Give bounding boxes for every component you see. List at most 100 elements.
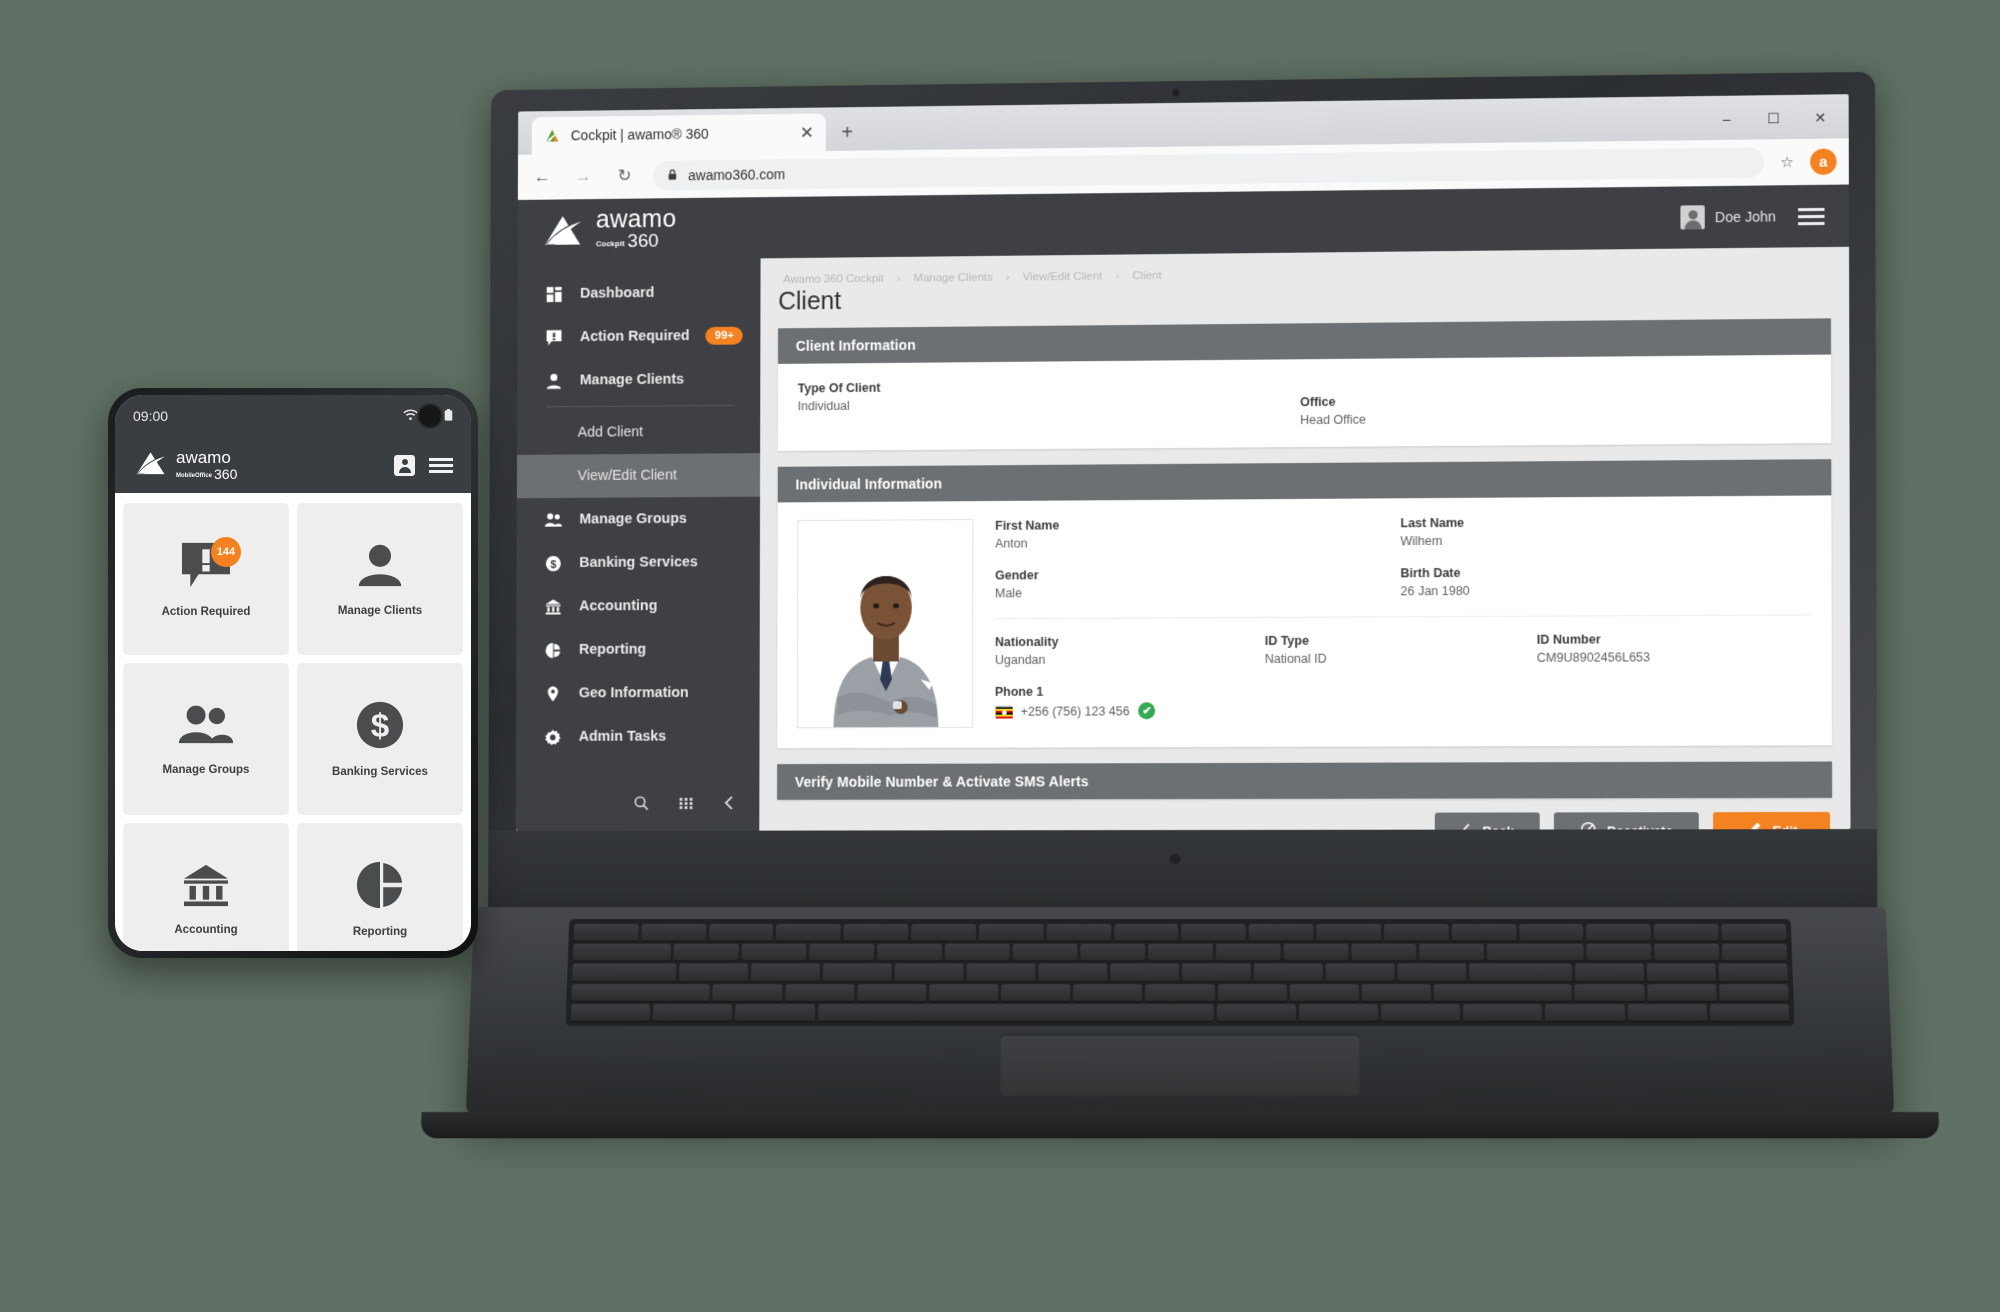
- back-button[interactable]: Back: [1435, 812, 1540, 831]
- window-controls: – ☐ ✕: [1705, 102, 1843, 134]
- close-icon[interactable]: ✕: [800, 124, 814, 141]
- phone-tile-manage-groups[interactable]: Manage Groups: [123, 663, 289, 815]
- phone-tile-reporting[interactable]: Reporting: [297, 823, 463, 951]
- brand-name: awamo: [596, 205, 676, 233]
- sidebar-item-label: Banking Services: [579, 554, 698, 570]
- breadcrumb-item[interactable]: Awamo 360 Cockpit: [783, 273, 884, 286]
- field-label: ID Number: [1537, 631, 1812, 646]
- phone-status-bar: 09:00: [115, 395, 471, 437]
- phone-tile-action-required[interactable]: 144 Action Required: [123, 503, 289, 655]
- app-logo[interactable]: awamo Cockpit 360: [518, 206, 761, 252]
- sidebar-item-label: Reporting: [579, 642, 646, 658]
- awamo-logo-icon: [135, 450, 167, 481]
- star-icon[interactable]: ☆: [1780, 153, 1794, 171]
- field-value: Head Office: [1300, 409, 1811, 427]
- field-last-name: Last Name Wilhem: [1400, 514, 1811, 549]
- phone-header-icons: [394, 455, 453, 476]
- sidebar-item-label: Admin Tasks: [579, 729, 667, 745]
- minimize-icon[interactable]: –: [1705, 103, 1750, 134]
- user-name: Doe John: [1715, 208, 1776, 225]
- deactivate-button[interactable]: Deactivate: [1554, 812, 1699, 831]
- sidebar-item-dashboard[interactable]: Dashboard: [518, 270, 761, 316]
- field-phone-1: Phone 1 +256 (756) 123 456 ✔: [995, 684, 1265, 720]
- tile-label: Reporting: [353, 926, 407, 938]
- breadcrumb-item[interactable]: View/Edit Client: [1023, 271, 1103, 284]
- field-label: ID Type: [1265, 633, 1537, 648]
- url-text: awamo360.com: [688, 166, 785, 183]
- sidebar-item-label: Dashboard: [580, 285, 654, 302]
- main-content: Awamo 360 Cockpit › Manage Clients › Vie…: [759, 247, 1850, 831]
- sidebar-item-geo-information[interactable]: Geo Information: [516, 671, 759, 715]
- header-right: Doe John: [1680, 204, 1848, 230]
- phone-logo-text: awamo MobileOffice 360: [176, 449, 237, 481]
- phone-tile-accounting[interactable]: Accounting: [123, 823, 289, 951]
- awamo-logo-icon: [543, 213, 584, 247]
- grid-icon[interactable]: [679, 796, 694, 811]
- close-window-icon[interactable]: ✕: [1798, 102, 1843, 133]
- verify-mobile-card[interactable]: Verify Mobile Number & Activate SMS Aler…: [777, 761, 1832, 799]
- dollar-circle-icon: $: [542, 555, 564, 572]
- hamburger-menu-icon[interactable]: [1798, 207, 1824, 224]
- address-bar[interactable]: awamo360.com: [653, 147, 1764, 190]
- sidebar-item-view-edit-client[interactable]: View/Edit Client: [517, 453, 760, 498]
- laptop-screen: Cockpit | awamo® 360 ✕ + – ☐ ✕ ← → ↻ awa…: [516, 94, 1851, 831]
- edit-button[interactable]: Edit: [1713, 812, 1830, 831]
- bank-icon: [542, 598, 564, 615]
- sidebar-item-admin-tasks[interactable]: Admin Tasks: [516, 715, 759, 759]
- people-icon: [542, 511, 564, 528]
- arrow-right-icon[interactable]: →: [571, 164, 596, 190]
- sidebar-item-manage-clients[interactable]: Manage Clients: [517, 357, 760, 403]
- people-icon: [178, 703, 234, 752]
- search-icon[interactable]: [633, 795, 649, 811]
- profile-avatar[interactable]: a: [1810, 149, 1836, 175]
- breadcrumb-item[interactable]: Manage Clients: [914, 272, 993, 285]
- browser-tab[interactable]: Cockpit | awamo® 360 ✕: [532, 113, 826, 154]
- status-time: 09:00: [133, 408, 168, 424]
- battery-icon: [444, 408, 453, 424]
- brand-sub-small: Cockpit: [596, 240, 625, 251]
- breadcrumb-separator: ›: [1006, 272, 1010, 284]
- collapse-left-icon[interactable]: [723, 795, 736, 811]
- field-label: Type Of Client: [798, 377, 1300, 395]
- browser-tab-title: Cockpit | awamo® 360: [571, 125, 790, 144]
- sidebar-item-accounting[interactable]: Accounting: [516, 584, 759, 629]
- contact-card-icon[interactable]: [394, 455, 415, 476]
- field-value: Male: [995, 584, 1400, 600]
- brand-sub: Cockpit 360: [596, 232, 676, 252]
- hamburger-menu-icon[interactable]: [429, 458, 453, 473]
- user-menu[interactable]: Doe John: [1680, 204, 1775, 229]
- sidebar-item-banking-services[interactable]: $ Banking Services: [517, 540, 760, 585]
- sidebar-item-manage-groups[interactable]: Manage Groups: [517, 497, 760, 542]
- phone-tile-manage-clients[interactable]: Manage Clients: [297, 503, 463, 655]
- svg-text:$: $: [371, 708, 389, 745]
- field-value: Wilhem: [1400, 532, 1811, 549]
- tile-label: Action Required: [162, 606, 251, 618]
- map-pin-icon: [542, 685, 564, 702]
- breadcrumb-separator: ›: [897, 273, 901, 285]
- phone-brand-sub-small: MobileOffice: [176, 473, 212, 481]
- plus-icon[interactable]: +: [841, 123, 853, 143]
- sidebar-nav: Dashboard Action Required 99+ Manage Cli…: [516, 258, 761, 775]
- field-value: Ugandan: [995, 652, 1265, 667]
- person-icon: [356, 542, 404, 593]
- field-type-of-client: Type Of Client Individual: [798, 377, 1301, 431]
- field-first-name: First Name Anton: [995, 516, 1400, 550]
- client-photo: [797, 519, 973, 728]
- maximize-icon[interactable]: ☐: [1751, 103, 1796, 134]
- sidebar-item-add-client[interactable]: Add Client: [517, 410, 760, 455]
- sidebar-item-reporting[interactable]: Reporting: [516, 627, 759, 672]
- field-nationality: Nationality Ugandan: [995, 634, 1265, 667]
- breadcrumb-separator: ›: [1116, 270, 1120, 282]
- tile-label: Accounting: [174, 924, 237, 936]
- phone-tile-banking-services[interactable]: $ Banking Services: [297, 663, 463, 815]
- phone-logo[interactable]: awamo MobileOffice 360: [135, 449, 237, 481]
- phone-brand-sub-number: 360: [214, 467, 237, 481]
- arrow-left-icon[interactable]: ←: [530, 164, 555, 190]
- reload-icon[interactable]: ↻: [612, 163, 638, 189]
- field-label: Last Name: [1400, 514, 1811, 531]
- sidebar-item-label: Manage Groups: [579, 511, 686, 527]
- status-badge: 99+: [706, 327, 743, 345]
- scene: Cockpit | awamo® 360 ✕ + – ☐ ✕ ← → ↻ awa…: [0, 0, 2000, 1312]
- individual-fields: First Name Anton Gender Male Last Name W…: [995, 514, 1812, 728]
- sidebar-item-action-required[interactable]: Action Required 99+: [517, 314, 760, 360]
